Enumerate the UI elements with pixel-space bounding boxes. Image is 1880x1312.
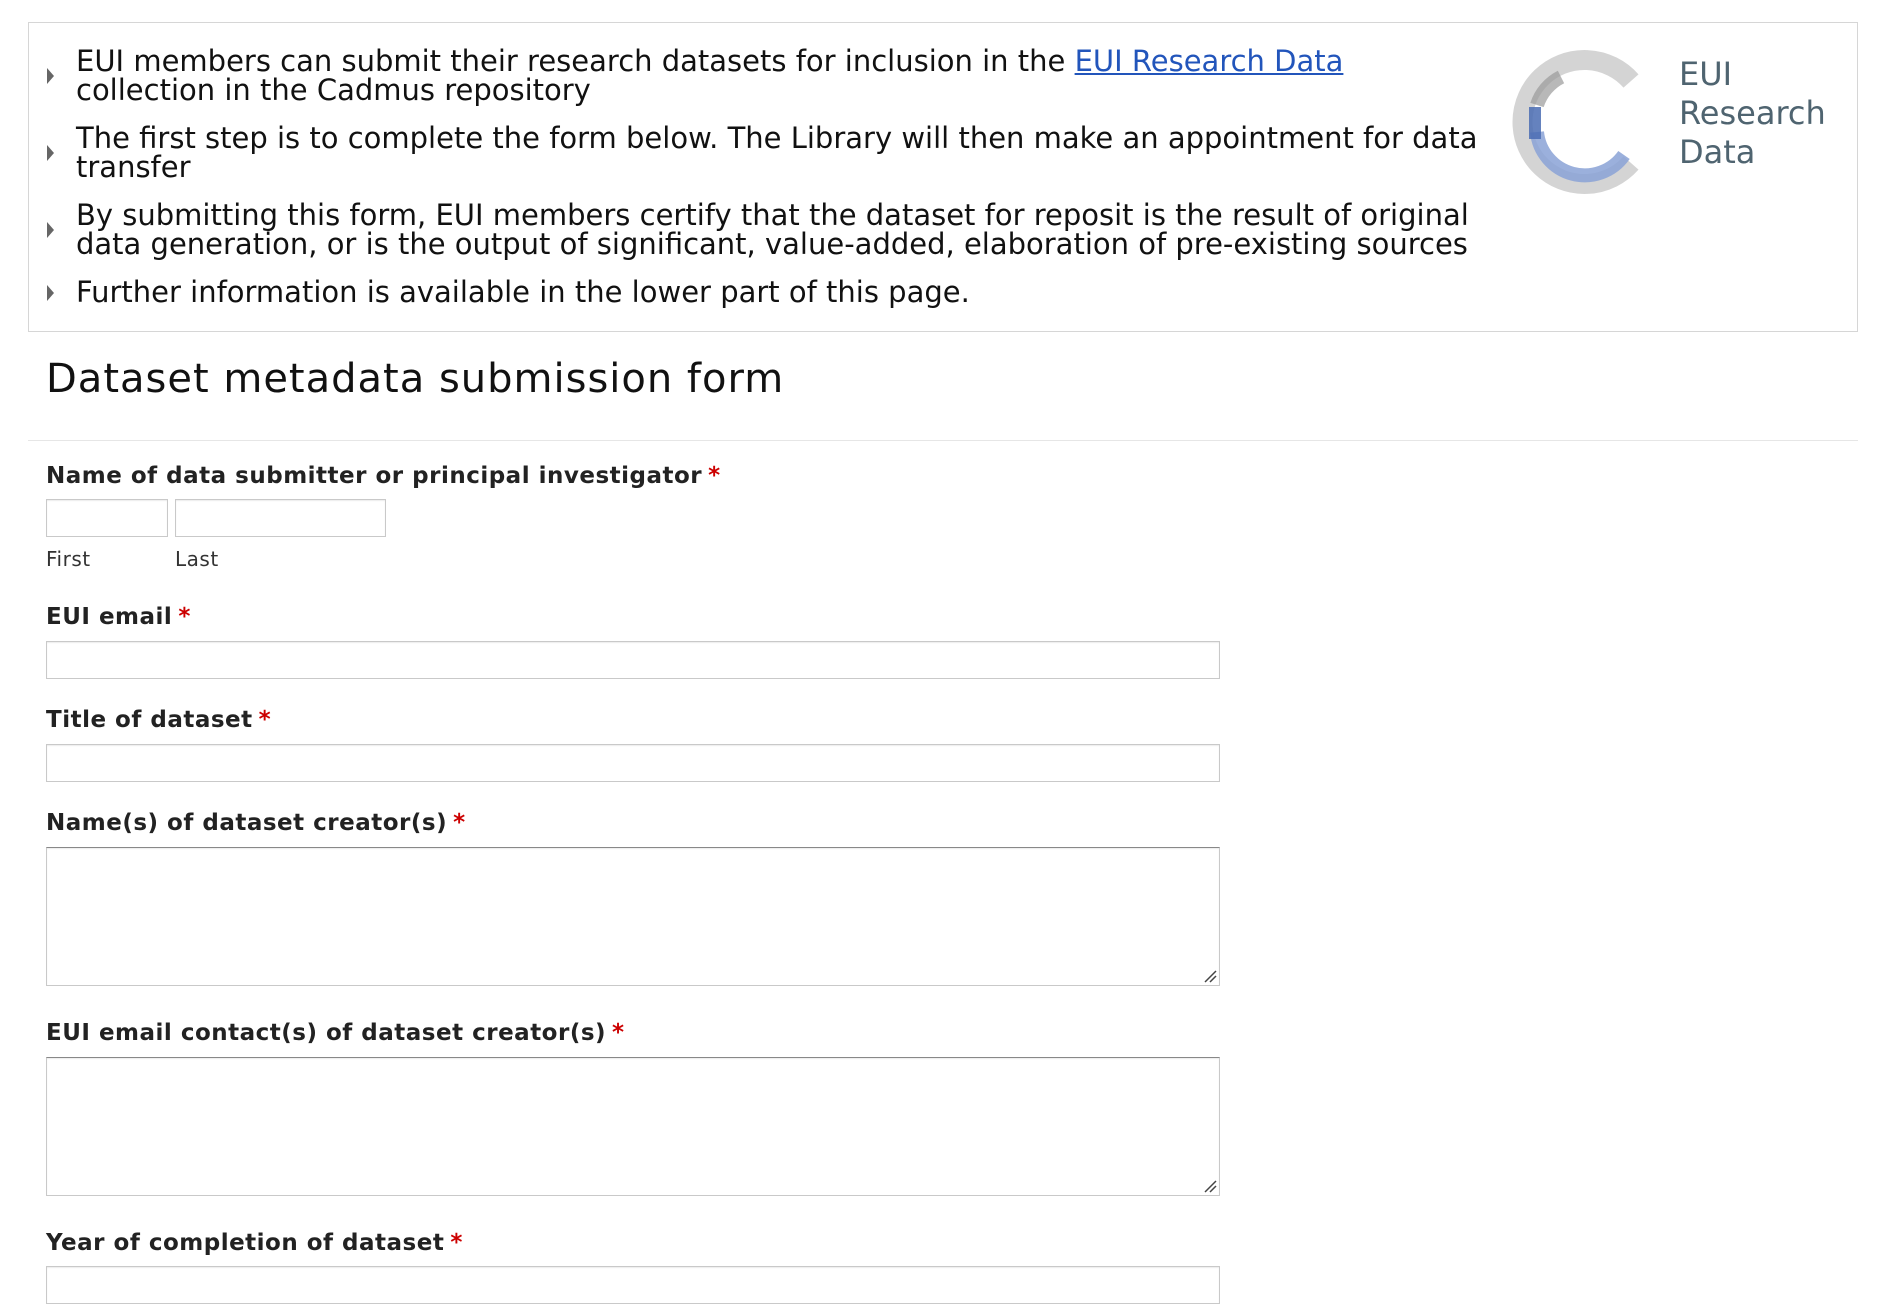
info-box: EUI members can submit their research da… [28,22,1858,332]
info-list: EUI members can submit their research da… [29,47,1479,326]
email-label: EUI email * [46,604,191,630]
last-name-sublabel: Last [175,547,219,571]
resize-handle-icon[interactable] [1203,969,1217,983]
caret-right-icon [47,145,54,161]
name-label-text: Name of data submitter or principal inve… [46,463,703,489]
title-divider [28,440,1858,441]
eui-research-data-logo: EUI Research Data [1509,47,1849,197]
email-field[interactable] [46,641,1220,679]
dataset-title-label: Title of dataset * [46,707,271,733]
first-name-sublabel: First [46,547,91,571]
info-text: collection in the Cadmus repository [76,73,591,107]
info-text: The first step is to complete the form b… [76,121,1478,184]
info-item: Further information is available in the … [29,278,1479,307]
creator-emails-label-text: EUI email contact(s) of dataset creator(… [46,1020,607,1046]
info-text: Further information is available in the … [76,275,970,309]
logo-text: EUI Research Data [1679,55,1826,172]
creators-label-text: Name(s) of dataset creator(s) [46,810,448,836]
first-name-input[interactable] [46,499,168,537]
logo-line: EUI [1679,55,1733,93]
required-marker: * [178,604,191,630]
logo-line: Data [1679,133,1756,171]
required-marker: * [708,463,721,489]
creators-label: Name(s) of dataset creator(s) * [46,810,466,836]
eui-research-data-link[interactable]: EUI Research Data [1075,44,1344,78]
year-input[interactable] [46,1266,1220,1304]
creators-textarea[interactable] [46,847,1220,986]
logo-line: Research [1679,94,1826,132]
email-label-text: EUI email [46,604,173,630]
logo-ring-icon [1512,50,1639,194]
info-item: By submitting this form, EUI members cer… [29,201,1479,259]
info-text: By submitting this form, EUI members cer… [76,198,1469,261]
year-label-text: Year of completion of dataset [46,1230,445,1256]
page-title: Dataset metadata submission form [46,356,785,402]
caret-right-icon [47,68,54,84]
caret-right-icon [47,222,54,238]
creator-emails-textarea[interactable] [46,1057,1220,1196]
creator-emails-label: EUI email contact(s) of dataset creator(… [46,1020,625,1046]
caret-right-icon [47,284,54,301]
required-marker: * [450,1230,463,1256]
dataset-title-label-text: Title of dataset [46,707,253,733]
required-marker: * [612,1020,625,1046]
required-marker: * [453,810,466,836]
name-label: Name of data submitter or principal inve… [46,463,721,489]
year-label: Year of completion of dataset * [46,1230,463,1256]
required-marker: * [258,707,272,733]
last-name-input[interactable] [175,499,386,537]
info-item: EUI members can submit their research da… [29,47,1479,105]
info-item: The first step is to complete the form b… [29,124,1479,182]
resize-handle-icon[interactable] [1203,1179,1217,1193]
dataset-title-input[interactable] [46,744,1220,782]
